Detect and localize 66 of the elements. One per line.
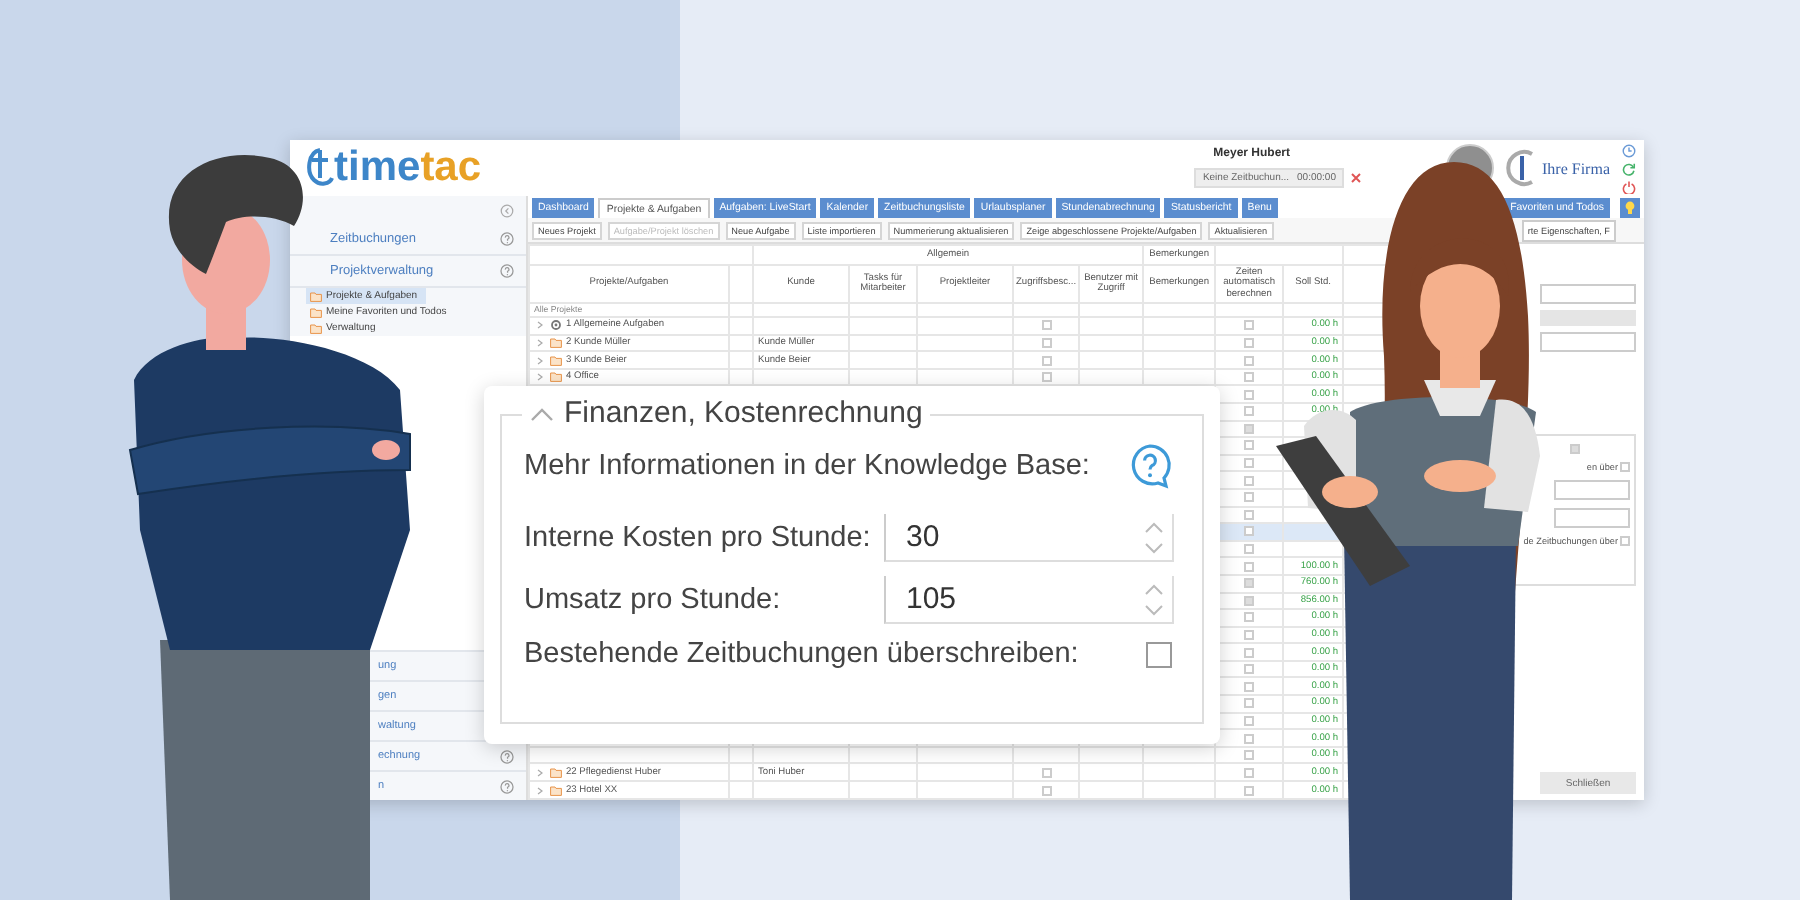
help-icon [500, 232, 514, 246]
checkbox[interactable] [1244, 767, 1255, 778]
checkbox[interactable] [1244, 355, 1255, 365]
field-label: Umsatz pro Stunde: [524, 584, 781, 616]
field-label: Mehr Informationen in der Knowledge Base: [524, 450, 1090, 482]
checkbox[interactable] [1620, 536, 1630, 546]
collapse-icon [500, 203, 514, 217]
checkbox[interactable] [1244, 681, 1255, 692]
checkbox[interactable] [1041, 372, 1051, 383]
checkbox[interactable] [1569, 444, 1580, 454]
close-icon [1350, 172, 1362, 184]
checkbox[interactable] [1041, 767, 1051, 778]
checkbox[interactable] [1244, 372, 1255, 383]
checkbox[interactable] [1244, 475, 1255, 486]
checkbox[interactable] [1244, 458, 1255, 469]
checkbox[interactable] [1244, 492, 1255, 503]
text-field[interactable] [1540, 284, 1636, 304]
number-field[interactable]: 105 [884, 576, 1174, 624]
lightbulb-icon [1620, 198, 1640, 218]
checkbox[interactable] [1041, 785, 1051, 796]
checkbox[interactable] [1244, 509, 1255, 520]
checkbox[interactable] [1244, 320, 1255, 331]
number-field[interactable] [1554, 508, 1630, 528]
field-label: Bestehende Zeitbuchungen überschreiben: [524, 638, 1079, 670]
checkbox[interactable] [1244, 698, 1255, 709]
checkbox[interactable] [1244, 389, 1255, 400]
checkbox[interactable] [1244, 561, 1255, 572]
checkbox[interactable] [1620, 462, 1630, 472]
checkbox[interactable] [1041, 337, 1051, 348]
checkbox[interactable] [1244, 440, 1255, 451]
checkbox[interactable] [1244, 715, 1255, 726]
checkbox[interactable] [1244, 337, 1255, 348]
crescent-icon [1506, 148, 1538, 188]
section-toggle[interactable]: Finanzen, Kostenrechnung [522, 396, 931, 430]
number-field[interactable] [1554, 480, 1630, 500]
panel-button[interactable] [1540, 310, 1636, 326]
help-icon [500, 264, 514, 278]
checkbox[interactable] [1244, 647, 1255, 658]
checkbox[interactable] [1244, 750, 1255, 761]
checkbox[interactable] [1244, 595, 1255, 606]
help-bubble-icon [1126, 442, 1174, 490]
power-icon [1622, 179, 1636, 193]
checkbox[interactable] [1146, 641, 1172, 667]
company-logo: Ihre Firma [1506, 148, 1610, 188]
checkbox[interactable] [1244, 578, 1255, 589]
dropdown-field[interactable] [1540, 332, 1636, 352]
number-field[interactable]: 30 [884, 514, 1174, 562]
checkbox[interactable] [1244, 785, 1255, 796]
spinner-arrows-icon [1144, 519, 1164, 555]
checkbox[interactable] [1244, 733, 1255, 744]
checkbox[interactable] [1244, 612, 1255, 623]
field-label: Interne Kosten pro Stunde: [524, 522, 871, 554]
refresh-icon [1622, 161, 1636, 175]
spinner-arrows-icon [1144, 581, 1164, 617]
checkbox[interactable] [1244, 526, 1255, 537]
gear-icon [550, 320, 562, 331]
checkbox[interactable] [1244, 544, 1255, 555]
checkbox[interactable] [1244, 406, 1255, 417]
clock-icon [1622, 143, 1636, 157]
checkbox[interactable] [1244, 664, 1255, 675]
checkbox[interactable] [1244, 423, 1255, 434]
timetac-logo: timetac [306, 144, 482, 192]
checkbox[interactable] [1041, 355, 1051, 365]
checkbox[interactable] [1041, 320, 1051, 331]
table-cell[interactable] [1215, 746, 1284, 764]
checkbox[interactable] [1244, 630, 1255, 640]
